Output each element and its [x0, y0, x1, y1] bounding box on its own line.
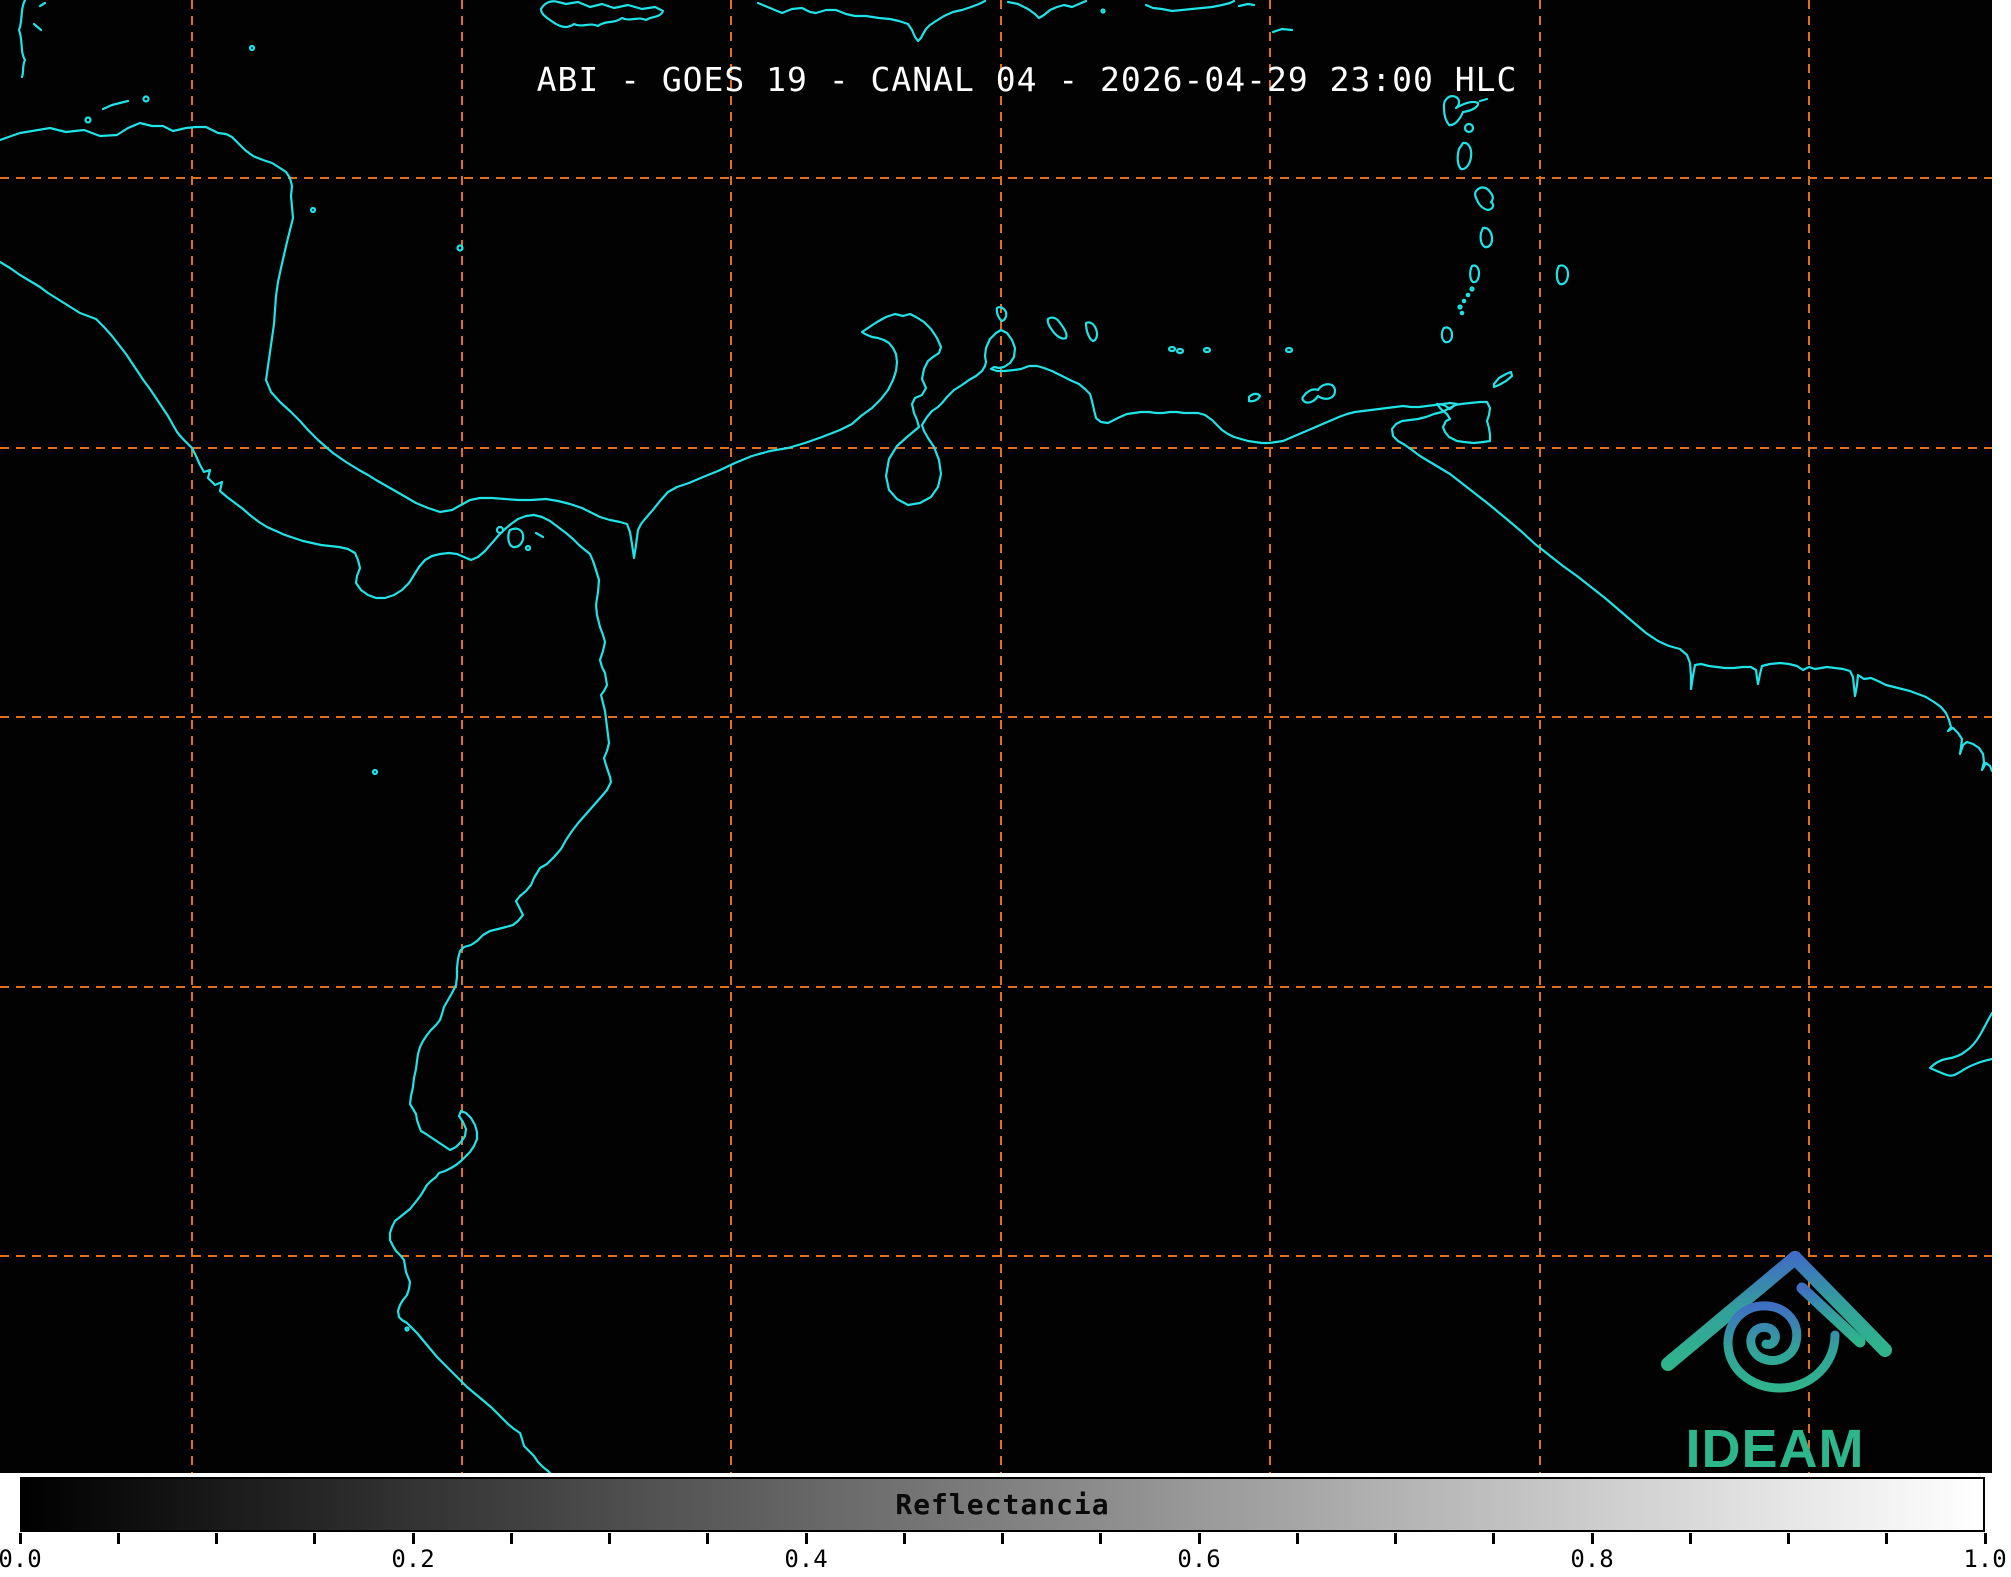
colorbar-tick: [1295, 1533, 1299, 1544]
colorbar-tick: [313, 1533, 317, 1544]
island-la-tortuga: [1247, 392, 1262, 403]
colorbar-tick-label: 0.4: [784, 1545, 828, 1573]
colorbar-tick: [1787, 1533, 1790, 1544]
island-la-orchila: [1284, 346, 1294, 354]
island-guadeloupe: [1442, 95, 1480, 127]
colorbar-tick-label: 0.8: [1570, 1545, 1614, 1573]
island-pearl-2: [524, 544, 532, 552]
island-las-aves: [1167, 345, 1177, 353]
island-providencia: [456, 244, 464, 252]
island-dominica: [1456, 141, 1473, 171]
island-utila: [84, 116, 92, 124]
goes-satellite-image-figure: { "title": "ABI - GOES 19 - CANAL 04 - 2…: [0, 0, 2011, 1577]
colorbar-tick: [902, 1533, 906, 1544]
colorbar-tick: [1099, 1533, 1103, 1544]
colorbar-tick: [411, 1533, 415, 1544]
island-tobago: [1492, 370, 1514, 389]
island-mona: [1100, 8, 1106, 14]
island-malpelo: [371, 768, 379, 776]
colorbar-tick: [116, 1533, 120, 1544]
coast-belize-fragments: [17, 0, 27, 79]
ideam-logo: IDEAM: [1650, 1240, 1900, 1473]
colorbar-tick-label: 1.0: [1963, 1545, 2007, 1573]
coast-amazon-mouth: [1928, 1011, 1992, 1077]
satellite-map-canvas: ABI - GOES 19 - CANAL 04 - 2026-04-29 23…: [0, 0, 1992, 1473]
island-miskito-cay: [309, 206, 317, 214]
island-roatan: [101, 99, 130, 111]
colorbar-tick: [1394, 1533, 1397, 1544]
coast-pacific-mainland: [0, 260, 613, 1473]
colorbar-tick: [1885, 1533, 1889, 1544]
island-martinique: [1474, 186, 1495, 212]
colorbar-tick: [215, 1533, 218, 1544]
island-desirade: [1478, 97, 1489, 103]
colorbar-tick-label: 0.6: [1177, 1545, 1221, 1573]
island-st-vincent: [1469, 264, 1481, 284]
colorbar-tick: [1590, 1533, 1594, 1544]
colorbar-tick: [1197, 1533, 1201, 1544]
island-hispaniola-west: [756, 0, 987, 43]
island-guanaja: [142, 95, 150, 103]
island-grenadine-2: [1465, 292, 1471, 298]
colorbar-tick: [1983, 1533, 1987, 1544]
coast-belize-cay: [32, 1, 47, 32]
island-la-plata: [404, 1326, 410, 1332]
island-hispaniola-east: [1006, 0, 1088, 20]
island-grenadine-4: [1457, 304, 1463, 310]
colorbar-tick: [608, 1533, 611, 1544]
island-grenadine-5: [1459, 310, 1465, 316]
island-trinidad: [1435, 400, 1492, 445]
colorbar-tick-label: 0.0: [0, 1545, 42, 1573]
colorbar-tick-label: 0.2: [391, 1545, 435, 1573]
colorbar-label: Reflectancia: [895, 1488, 1110, 1521]
island-st-croix: [1271, 27, 1294, 34]
colorbar-tick: [509, 1533, 513, 1544]
island-grenadine-3: [1461, 298, 1467, 304]
island-puerto-rico: [1144, 0, 1236, 13]
island-st-lucia: [1479, 226, 1494, 249]
ideam-logo-text: IDEAM: [1685, 1419, 1865, 1473]
island-barbados: [1555, 264, 1570, 286]
island-margarita: [1301, 383, 1337, 404]
ideam-mountain-spiral-icon: [1661, 1251, 1892, 1393]
island-vieques: [1237, 2, 1256, 8]
island-pearl-3: [534, 531, 545, 539]
island-bonaire: [1084, 321, 1099, 343]
colorbar-tick: [1001, 1533, 1004, 1544]
island-grenada: [1440, 326, 1454, 344]
island-pearl-1: [495, 525, 505, 535]
island-isla-del-rey: [507, 527, 525, 549]
colorbar-tick: [706, 1533, 710, 1544]
island-swan: [248, 44, 256, 52]
reflectance-colorbar: Reflectancia: [20, 1477, 1985, 1532]
island-los-roques-1: [1175, 347, 1185, 355]
colorbar-tick: [1492, 1533, 1496, 1544]
island-los-roques-2: [1202, 346, 1212, 354]
island-grenadine-1: [1469, 286, 1475, 292]
map-title: ABI - GOES 19 - CANAL 04 - 2026-04-29 23…: [536, 60, 1518, 99]
island-marie-galante: [1463, 122, 1475, 134]
island-jamaica: [539, 0, 665, 29]
colorbar-tick: [804, 1533, 808, 1544]
island-curacao: [1046, 316, 1068, 340]
colorbar-tick: [1688, 1533, 1692, 1544]
colorbar-tick: [18, 1533, 22, 1544]
